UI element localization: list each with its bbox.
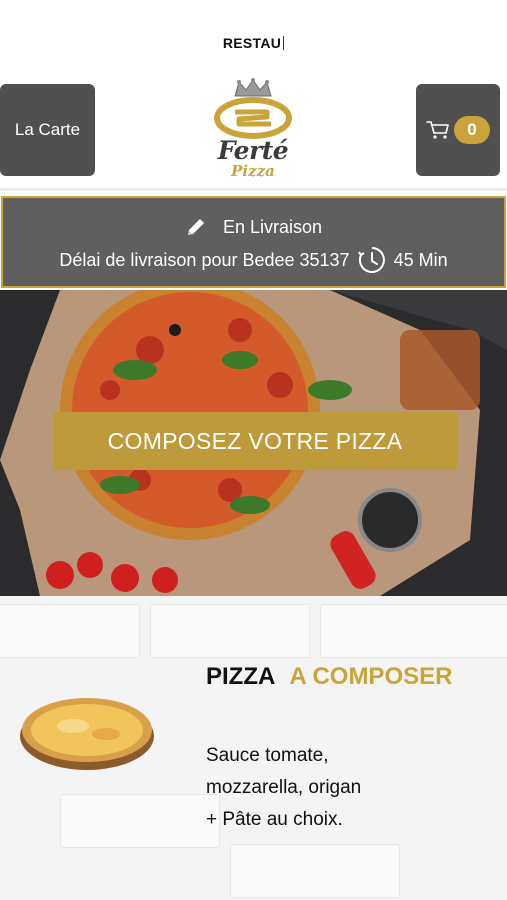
pencil-icon	[187, 219, 204, 235]
delivery-info-bar[interactable]: En Livraison Délai de livraison pour Bed…	[1, 196, 506, 288]
cart-count-badge: 0	[454, 116, 490, 144]
brick-texture	[150, 604, 310, 658]
cart-icon	[426, 121, 449, 139]
delivery-time-row: Délai de livraison pour Bedee 35137 45 M…	[3, 244, 504, 276]
logo-sub-text: Pizza	[231, 162, 275, 180]
logo-brand-text: Ferté	[217, 136, 289, 165]
product-description-line: + Pâte au choix.	[206, 809, 343, 830]
delivery-mode-row: En Livraison	[3, 216, 504, 238]
product-card[interactable]: PIZZA A COMPOSER Sauce tomate, mozzarella…	[0, 596, 507, 900]
brick-texture	[320, 604, 507, 658]
compose-pizza-label: COMPOSEZ VOTRE PIZZA	[107, 427, 403, 454]
product-description-line: mozzarella, origan	[206, 777, 362, 798]
compose-pizza-button[interactable]: COMPOSEZ VOTRE PIZZA	[53, 412, 457, 470]
status-title-text: RESTAU	[222, 35, 282, 51]
status-title: RESTAU	[0, 35, 507, 51]
text-cursor	[283, 36, 285, 50]
delivery-time-value: 45 Min	[393, 249, 448, 270]
product-description-line: Sauce tomate,	[206, 745, 329, 766]
product-title-main: PIZZA	[206, 663, 276, 690]
cart-button[interactable]: 0	[416, 84, 500, 176]
status-bar: RESTAU	[0, 0, 507, 70]
brick-texture	[230, 844, 400, 898]
pizza-thumbnail	[20, 698, 154, 770]
product-description: Sauce tomate, mozzarella, origan + Pâte …	[206, 740, 496, 836]
header-divider	[0, 188, 507, 191]
menu-button[interactable]: La Carte	[0, 84, 95, 176]
delivery-mode-label: En Livraison	[222, 216, 323, 237]
app-header: La Carte Ferté Pizza 0	[0, 78, 507, 186]
clock-icon	[357, 247, 385, 273]
hero-banner[interactable]: COMPOSEZ VOTRE PIZZA	[0, 290, 507, 596]
logo: Ferté Pizza	[205, 78, 301, 186]
delivery-location-text: Délai de livraison pour Bedee 35137	[59, 249, 350, 270]
product-title: PIZZA A COMPOSER	[206, 663, 452, 691]
menu-button-label: La Carte	[14, 120, 81, 139]
crown-icon	[214, 78, 292, 139]
brick-texture	[60, 794, 220, 848]
product-title-accent: A COMPOSER	[289, 663, 453, 690]
brick-texture	[0, 604, 140, 658]
